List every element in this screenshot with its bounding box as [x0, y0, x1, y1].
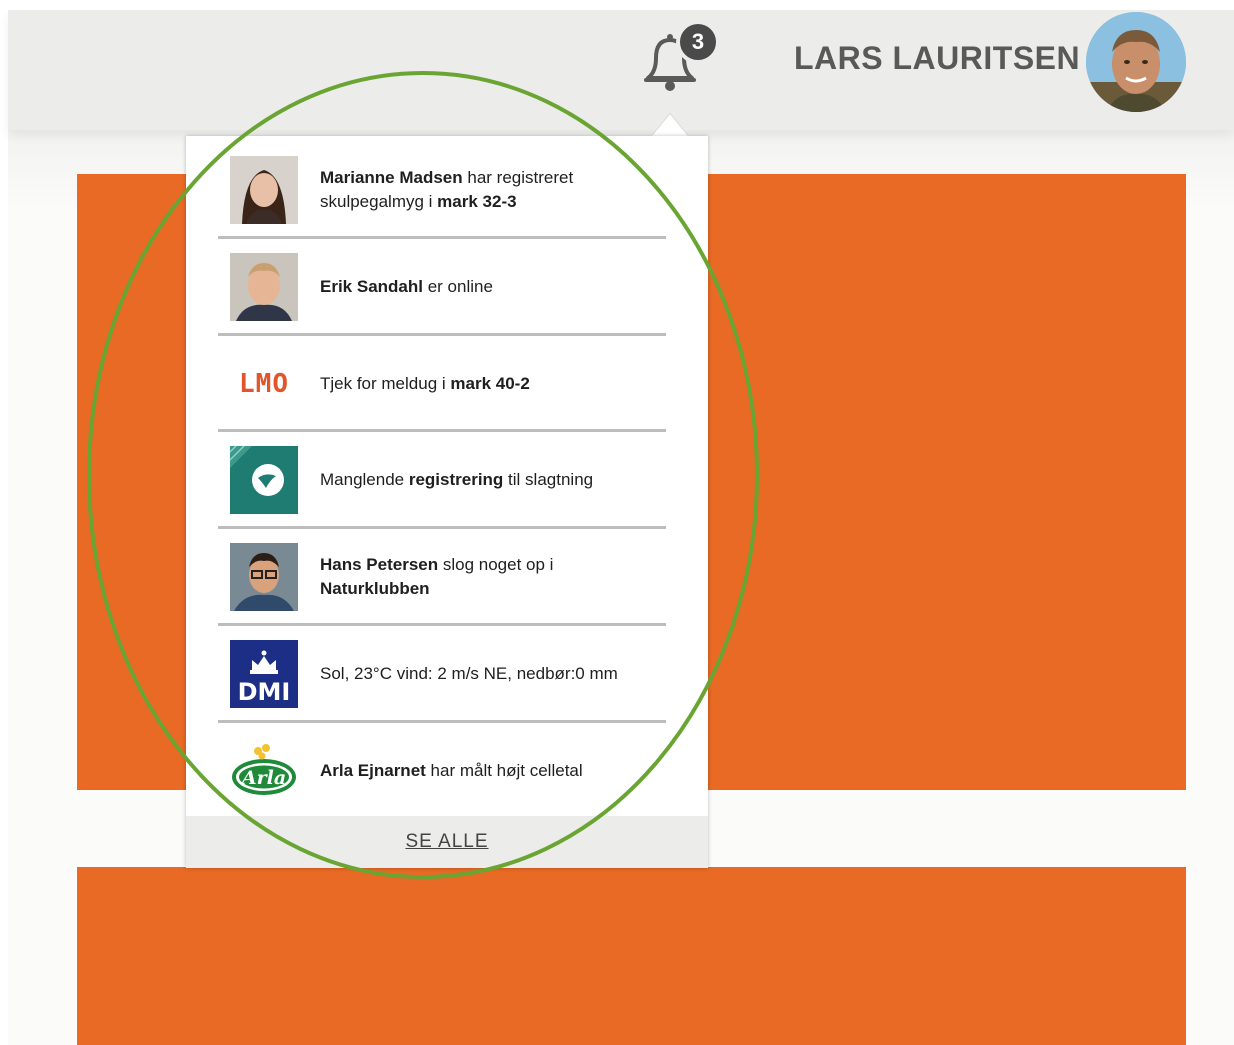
notification-item[interactable]: LMO Tjek for meldug i mark 40-2 — [218, 336, 666, 432]
see-all-bar: SE ALLE — [186, 816, 708, 868]
notification-item[interactable]: Marianne Madsen har registreret skulpega… — [218, 142, 666, 238]
lmo-logo: LMO — [239, 369, 289, 399]
notification-dropdown: Marianne Madsen har registreret skulpega… — [186, 136, 708, 868]
arla-logo: Arla — [230, 737, 298, 805]
notification-text: Hans Petersen slog noget op i Naturklubb… — [320, 555, 554, 598]
notification-text: Erik Sandahl er online — [320, 277, 493, 296]
notification-count-badge: 3 — [676, 20, 720, 64]
notification-item[interactable]: Hans Petersen slog noget op i Naturklubb… — [218, 529, 666, 625]
notification-text: Manglende registrering til slagtning — [320, 470, 594, 489]
notification-item[interactable]: Manglende registrering til slagtning — [218, 432, 666, 528]
notification-text: Sol, 23°C vind: 2 m/s NE, nedbør:0 mm — [320, 664, 618, 683]
notification-item[interactable]: Erik Sandahl er online — [218, 239, 666, 335]
user-name[interactable]: LARS LAURITSEN — [794, 40, 1080, 77]
content-panel-bottom — [77, 867, 1186, 1045]
notification-item[interactable]: DMI Sol, 23°C vind: 2 m/s NE, nedbør:0 m… — [218, 626, 666, 722]
notification-item[interactable]: Arla Arla Ejnarnet har målt højt celleta… — [218, 723, 666, 819]
notification-avatar — [230, 543, 298, 611]
notification-avatar — [230, 156, 298, 224]
seges-logo — [230, 446, 298, 514]
notification-text: Marianne Madsen har registreret skulpega… — [320, 168, 574, 211]
dmi-logo: DMI — [230, 640, 298, 708]
user-avatar[interactable] — [1086, 12, 1186, 112]
notification-text: Arla Ejnarnet har målt højt celletal — [320, 761, 583, 780]
notification-avatar — [230, 253, 298, 321]
see-all-link[interactable]: SE ALLE — [405, 831, 488, 853]
dropdown-caret — [652, 114, 688, 136]
notification-text: Tjek for meldug i mark 40-2 — [320, 374, 530, 393]
